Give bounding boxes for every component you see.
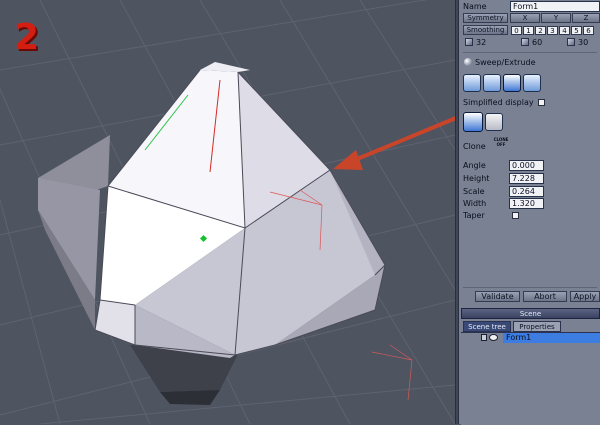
smoothing-level-6[interactable]: 6: [583, 26, 594, 35]
simplified-display-checkbox[interactable]: [538, 99, 545, 106]
scene-tree-view: [461, 332, 600, 425]
smoothing-level-5[interactable]: 5: [571, 26, 582, 35]
lod-count-high: 30: [578, 38, 589, 47]
name-label: Name: [463, 2, 487, 11]
scale-label: Scale: [463, 187, 485, 196]
symmetry-x-button[interactable]: X: [510, 13, 540, 23]
scene-header: Scene: [461, 308, 600, 319]
clone-toggle-bottom: OFF: [496, 142, 506, 147]
scale-input[interactable]: 0.264: [509, 186, 544, 197]
tab-properties[interactable]: Properties: [513, 321, 561, 332]
height-label: Height: [463, 174, 490, 183]
clone-toggle[interactable]: CLONE OFF: [491, 137, 511, 147]
height-input[interactable]: 7.228: [509, 173, 544, 184]
path-tool-icon[interactable]: [463, 112, 483, 132]
simplified-display-label: Simplified display: [463, 98, 534, 107]
symmetry-y-button[interactable]: Y: [541, 13, 571, 23]
sphere-icon: [464, 58, 472, 66]
taper-checkbox[interactable]: [512, 212, 519, 219]
smoothing-button[interactable]: Smoothing: [463, 25, 508, 35]
extrude-tool-icon[interactable]: [503, 74, 521, 92]
smoothing-level-1[interactable]: 1: [523, 26, 534, 35]
divider: [463, 287, 597, 288]
apply-button[interactable]: Apply: [570, 291, 600, 302]
sweep-tool-icon[interactable]: [523, 74, 541, 92]
smoothing-level-4[interactable]: 4: [559, 26, 570, 35]
lock-icon[interactable]: [481, 334, 487, 341]
symmetry-z-button[interactable]: Z: [572, 13, 600, 23]
width-label: Width: [463, 199, 487, 208]
cube-icon[interactable]: [465, 38, 473, 46]
angle-label: Angle: [463, 161, 486, 170]
angle-input[interactable]: 0.000: [509, 160, 544, 171]
abort-button[interactable]: Abort: [523, 291, 567, 302]
section-title: Sweep/Extrude: [475, 58, 536, 67]
taper-label: Taper: [463, 211, 485, 220]
smoothing-level-3[interactable]: 3: [547, 26, 558, 35]
properties-panel: Name Form1 Symmetry X Y Z Smoothing 0 1 …: [459, 0, 600, 425]
3d-viewport[interactable]: 2: [0, 0, 455, 424]
cube-tool-icon[interactable]: [463, 74, 481, 92]
divider: [463, 52, 597, 53]
cube-icon[interactable]: [567, 38, 575, 46]
curve-tool-icon[interactable]: [485, 113, 503, 131]
tab-scene-tree[interactable]: Scene tree: [463, 321, 511, 332]
width-input[interactable]: 1.320: [509, 198, 544, 209]
validate-button[interactable]: Validate: [475, 291, 520, 302]
clone-label: Clone: [463, 142, 486, 151]
smoothing-level-2[interactable]: 2: [535, 26, 546, 35]
symmetry-button[interactable]: Symmetry: [463, 13, 508, 23]
viewport-canvas[interactable]: [0, 0, 455, 424]
lod-count-mid: 60: [532, 38, 543, 47]
name-input[interactable]: Form1: [510, 1, 600, 12]
step-number-label: 2: [14, 17, 40, 58]
bevel-tool-icon[interactable]: [483, 74, 501, 92]
eye-icon[interactable]: [489, 334, 498, 341]
smoothing-level-0[interactable]: 0: [511, 26, 522, 35]
lod-count-low: 32: [476, 38, 487, 47]
cube-icon[interactable]: [521, 38, 529, 46]
scene-item-form1[interactable]: Form1: [503, 333, 600, 343]
